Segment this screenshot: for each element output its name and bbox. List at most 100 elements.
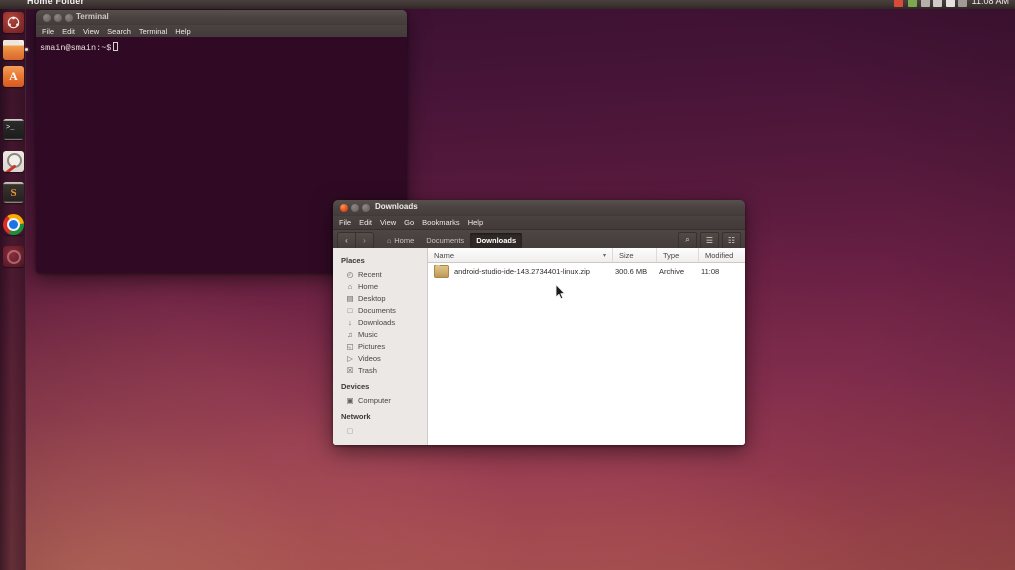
sidebar-header-devices: Devices	[341, 382, 370, 391]
battery-indicator-icon[interactable]	[946, 0, 955, 7]
terminal-menu-view[interactable]: View	[83, 27, 99, 36]
launcher-item-software-center[interactable]: S	[3, 182, 24, 203]
music-icon: ♫	[347, 329, 353, 339]
sidebar-label-trash: Trash	[358, 365, 377, 375]
ubuntu-icon	[3, 12, 24, 33]
sidebar-item-videos[interactable]: ▷ Videos	[333, 352, 427, 364]
sidebar-header-network: Network	[341, 412, 371, 421]
sidebar-label-documents: Documents	[358, 305, 396, 315]
file-row-name-cell[interactable]: android-studio-ide-143.2734401-linux.zip	[428, 265, 613, 278]
sidebar-item-documents[interactable]: □ Documents	[333, 304, 427, 316]
files-menu-edit[interactable]: Edit	[359, 218, 372, 227]
messaging-indicator-icon[interactable]	[894, 0, 903, 7]
files-menu-view[interactable]: View	[380, 218, 396, 227]
icon-view-icon[interactable]: ☷	[722, 231, 741, 249]
column-label-name: Name	[434, 250, 455, 260]
sidebar-item-trash[interactable]: ☒ Trash	[333, 364, 427, 376]
breadcrumb-item-home[interactable]: ⌂ Home	[381, 233, 420, 248]
sidebar-label-pictures: Pictures	[358, 341, 386, 351]
files-body: Places ◴ Recent ⌂ Home ▤ Desktop □ Docum…	[333, 248, 745, 445]
terminal-window-title: Terminal	[76, 12, 109, 21]
breadcrumb-item-downloads[interactable]: Downloads	[470, 232, 523, 248]
files-menu-go[interactable]: Go	[404, 218, 414, 227]
launcher-item-chrome[interactable]	[3, 214, 24, 235]
terminal-prompt-text: smain@smain:~$	[40, 43, 112, 53]
files-titlebar[interactable]: Downloads	[333, 200, 745, 216]
sidebar-item-network-clipped[interactable]: ◻	[333, 424, 427, 436]
file-name-label: android-studio-ide-143.2734401-linux.zip	[454, 267, 590, 276]
files-menu-file[interactable]: File	[339, 218, 351, 227]
sidebar-item-home[interactable]: ⌂ Home	[333, 280, 427, 292]
breadcrumb-label-home: Home	[394, 235, 415, 245]
computer-icon: ▣	[346, 395, 354, 405]
volume-indicator-icon[interactable]	[933, 0, 942, 7]
sidebar-item-music[interactable]: ♫ Music	[333, 328, 427, 340]
column-header-name[interactable]: Name ▾	[428, 248, 613, 262]
home-icon: ⌂	[347, 281, 353, 291]
sidebar-item-desktop[interactable]: ▤ Desktop	[333, 292, 427, 304]
sidebar-label-computer: Computer	[358, 395, 391, 405]
column-header-modified[interactable]: Modified	[699, 248, 745, 262]
unity-launcher[interactable]: A >_ S	[0, 9, 28, 570]
table-row[interactable]: android-studio-ide-143.2734401-linux.zip…	[428, 263, 745, 280]
sidebar-label-downloads: Downloads	[358, 317, 396, 327]
launcher-running-indicator-files	[25, 48, 28, 51]
terminal-close-button[interactable]	[43, 14, 51, 22]
places-sidebar[interactable]: Places ◴ Recent ⌂ Home ▤ Desktop □ Docum…	[333, 248, 428, 445]
files-close-button[interactable]	[340, 204, 348, 212]
terminal-menu-search[interactable]: Search	[107, 27, 131, 36]
terminal-maximize-button[interactable]	[65, 14, 73, 22]
breadcrumb[interactable]: ⌂ Home Documents Downloads	[381, 232, 523, 248]
terminal-menu-edit[interactable]: Edit	[62, 27, 75, 36]
terminal-titlebar[interactable]: Terminal	[36, 10, 407, 25]
launcher-item-workspace-switcher[interactable]	[3, 246, 24, 267]
terminal-menu-terminal[interactable]: Terminal	[139, 27, 167, 36]
document-icon: □	[347, 305, 353, 315]
sidebar-item-computer[interactable]: ▣ Computer	[333, 394, 427, 406]
files-window[interactable]: Downloads File Edit View Go Bookmarks He…	[333, 200, 745, 445]
files-maximize-button[interactable]	[362, 204, 370, 212]
launcher-item-terminal[interactable]: >_	[3, 119, 24, 140]
keyboard-indicator-icon[interactable]	[958, 0, 967, 7]
file-list-pane[interactable]: Name ▾ Size Type Modified android-studio…	[428, 248, 745, 445]
video-icon: ▷	[347, 353, 353, 363]
file-modified-label: 11:08	[701, 267, 720, 276]
sidebar-label-music: Music	[358, 329, 378, 339]
column-header-size[interactable]: Size	[613, 248, 657, 262]
network-indicator-icon[interactable]	[921, 0, 930, 7]
sidebar-label-recent: Recent	[358, 269, 382, 279]
launcher-item-amazon[interactable]: A	[3, 66, 24, 87]
files-menubar[interactable]: File Edit View Go Bookmarks Help	[333, 216, 745, 230]
sidebar-item-downloads[interactable]: ↓ Downloads	[333, 316, 427, 328]
breadcrumb-item-documents[interactable]: Documents	[420, 233, 470, 248]
launcher-item-dash-home[interactable]	[3, 12, 24, 33]
terminal-menu-file[interactable]: File	[42, 27, 54, 36]
folder-icon	[3, 40, 24, 60]
bluetooth-indicator-icon[interactable]	[908, 0, 917, 7]
files-menu-bookmarks[interactable]: Bookmarks	[422, 218, 460, 227]
sidebar-label-videos: Videos	[358, 353, 381, 363]
file-type-label: Archive	[659, 267, 685, 276]
forward-button[interactable]: ›	[355, 231, 374, 249]
recent-icon: ◴	[346, 269, 354, 279]
launcher-item-files[interactable]	[3, 39, 24, 60]
sidebar-item-recent[interactable]: ◴ Recent	[333, 268, 427, 280]
back-button[interactable]: ‹	[337, 231, 355, 249]
terminal-minimize-button[interactable]	[54, 14, 62, 22]
terminal-cursor	[113, 42, 119, 51]
panel-clock[interactable]: 11:08 AM	[972, 0, 1009, 6]
files-window-title: Downloads	[375, 202, 418, 211]
terminal-prompt-line: smain@smain:~$	[40, 42, 407, 54]
top-panel[interactable]: Home Folder 11:08 AM	[0, 0, 1015, 9]
search-icon[interactable]: ⌕	[678, 231, 697, 249]
file-list-column-headers[interactable]: Name ▾ Size Type Modified	[428, 248, 745, 263]
files-minimize-button[interactable]	[351, 204, 359, 212]
list-view-icon[interactable]: ☰	[700, 231, 719, 249]
chrome-icon	[3, 214, 24, 235]
files-menu-help[interactable]: Help	[468, 218, 483, 227]
panel-window-title: Home Folder	[27, 0, 85, 6]
terminal-menu-help[interactable]: Help	[175, 27, 190, 36]
sidebar-item-pictures[interactable]: ◱ Pictures	[333, 340, 427, 352]
column-header-type[interactable]: Type	[657, 248, 699, 262]
launcher-item-system-settings[interactable]	[3, 151, 24, 172]
